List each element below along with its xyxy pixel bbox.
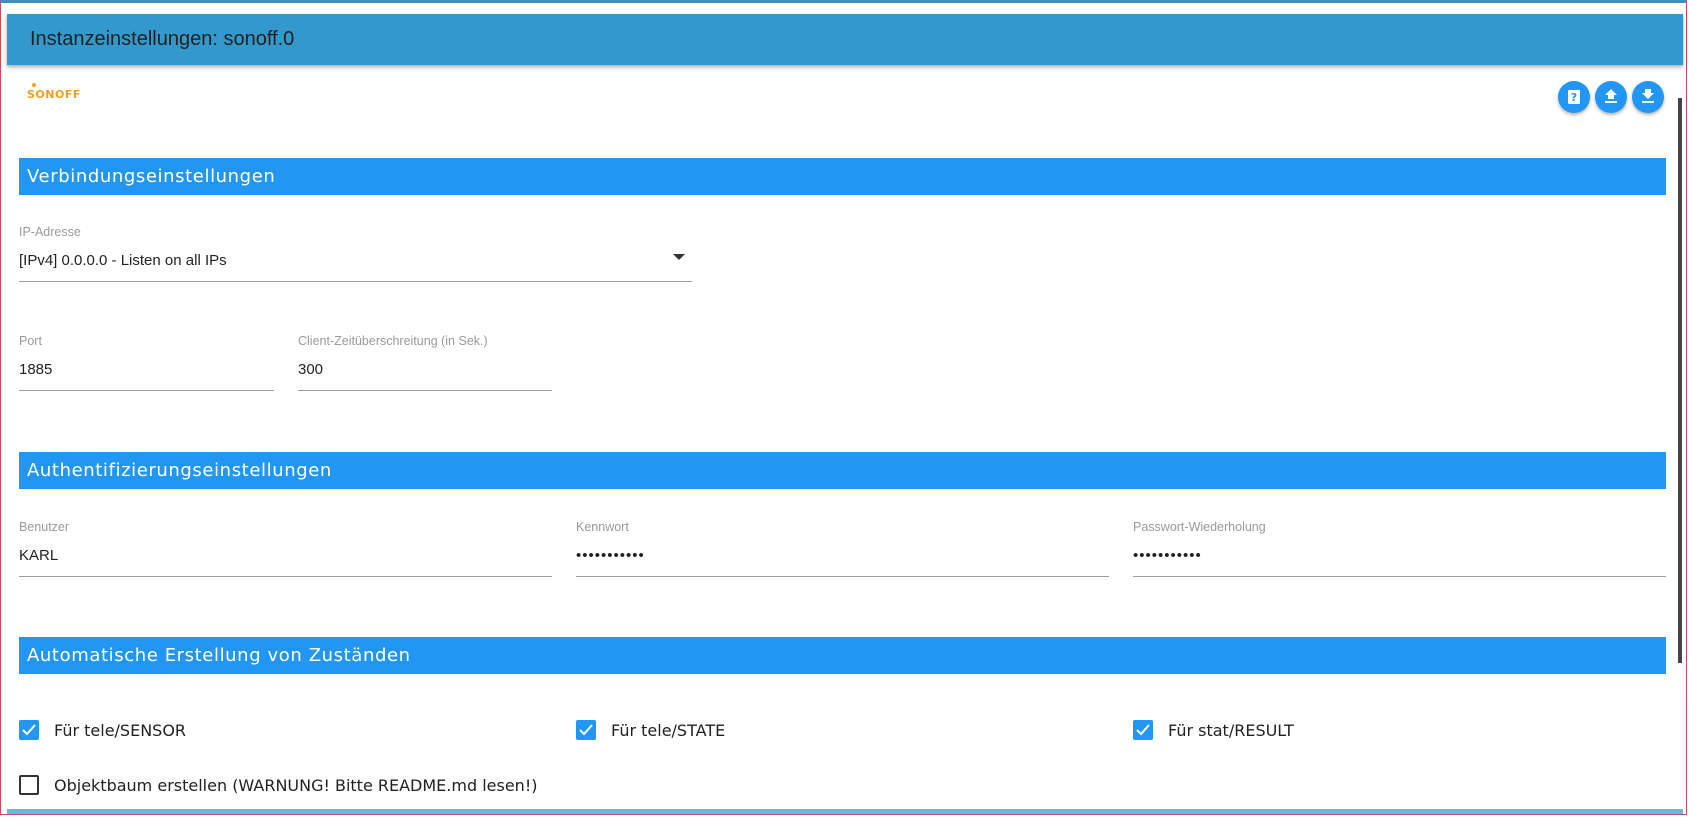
- window-title: Instanzeinstellungen: sonoff.0: [30, 28, 295, 50]
- user-value: KARL: [19, 547, 59, 564]
- logo-text: SONOFF: [27, 88, 81, 101]
- section-header-connection: Verbindungseinstellungen: [19, 158, 1666, 195]
- download-icon: [1642, 89, 1654, 103]
- help-book-icon: ?: [1568, 90, 1580, 104]
- footer-bar: [7, 809, 1683, 814]
- user-label: Benutzer: [19, 520, 70, 534]
- checkmark-icon: [1136, 724, 1150, 736]
- logo-spark-icon: [32, 83, 36, 87]
- section-header-states: Automatische Erstellung von Zuständen: [19, 637, 1666, 674]
- help-button[interactable]: ?: [1558, 81, 1590, 113]
- checkmark-icon: [22, 724, 36, 736]
- checkbox-label: Für stat/RESULT: [1168, 721, 1294, 740]
- settings-window: Instanzeinstellungen: sonoff.0 SONOFF ? …: [0, 0, 1687, 815]
- password-label: Kennwort: [576, 520, 629, 534]
- client-timeout-label: Client-Zeitüberschreitung (in Sek.): [298, 334, 488, 348]
- chevron-down-icon: [673, 254, 685, 260]
- checkbox-label: Objektbaum erstellen (WARNUNG! Bitte REA…: [54, 776, 538, 795]
- section-title-connection: Verbindungseinstellungen: [27, 166, 276, 187]
- port-label: Port: [19, 334, 42, 348]
- user-underline: [19, 576, 552, 577]
- download-button[interactable]: [1632, 81, 1664, 113]
- checkbox-box-checked[interactable]: [576, 720, 596, 740]
- password-repeat-label: Passwort-Wiederholung: [1133, 520, 1266, 534]
- checkbox-label: Für tele/SENSOR: [54, 721, 187, 740]
- checkbox-label: Für tele/STATE: [611, 721, 726, 740]
- password-repeat-value: •••••••••••: [1133, 547, 1202, 564]
- upload-icon: [1605, 89, 1617, 103]
- ip-address-value: [IPv4] 0.0.0.0 - Listen on all IPs: [19, 252, 227, 269]
- client-timeout-underline: [298, 390, 552, 391]
- sonoff-logo: SONOFF: [27, 83, 81, 101]
- client-timeout-value: 300: [298, 361, 324, 378]
- section-title-states: Automatische Erstellung von Zuständen: [27, 645, 411, 666]
- svg-text:?: ?: [1571, 91, 1577, 104]
- password-value: •••••••••••: [576, 547, 645, 564]
- ip-address-underline: [19, 281, 692, 282]
- port-value: 1885: [19, 361, 53, 378]
- password-underline: [576, 576, 1109, 577]
- section-header-auth: Authentifizierungseinstellungen: [19, 452, 1666, 489]
- upload-button[interactable]: [1595, 81, 1627, 113]
- checkbox-box-checked[interactable]: [19, 720, 39, 740]
- password-repeat-underline: [1133, 576, 1666, 577]
- title-bar: Instanzeinstellungen: sonoff.0: [7, 14, 1683, 65]
- vertical-scrollbar[interactable]: [1678, 98, 1682, 663]
- ip-address-label: IP-Adresse: [19, 225, 81, 239]
- section-title-auth: Authentifizierungseinstellungen: [27, 460, 332, 481]
- port-underline: [19, 390, 274, 391]
- checkbox-box-unchecked[interactable]: [19, 775, 39, 795]
- checkmark-icon: [579, 724, 593, 736]
- checkbox-box-checked[interactable]: [1133, 720, 1153, 740]
